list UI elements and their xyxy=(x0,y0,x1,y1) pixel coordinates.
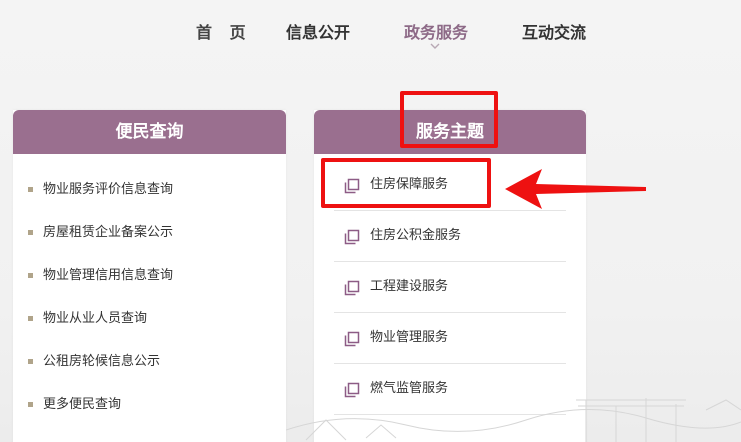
top-nav: 首 页 信息公开 政务服务 互动交流 xyxy=(0,0,741,64)
copy-icon xyxy=(344,331,360,347)
bullet-icon xyxy=(28,187,33,192)
panel-title: 便民查询 xyxy=(13,110,286,154)
chevron-down-icon xyxy=(430,43,440,49)
bullet-icon xyxy=(28,316,33,321)
list-item[interactable]: 房屋租赁企业备案公示 xyxy=(13,211,286,254)
service-item-construction[interactable]: 工程建设服务 xyxy=(334,262,566,313)
background-cityscape xyxy=(286,398,741,442)
panel-title: 服务主题 xyxy=(314,110,586,154)
service-item-property-management[interactable]: 物业管理服务 xyxy=(334,313,566,364)
list-item[interactable]: 公租房轮候信息公示 xyxy=(13,340,286,383)
list-item[interactable]: 物业从业人员查询 xyxy=(13,297,286,340)
nav-home[interactable]: 首 页 xyxy=(196,19,252,43)
nav-interaction[interactable]: 互动交流 xyxy=(522,19,586,43)
bullet-icon xyxy=(28,273,33,278)
nav-government-services[interactable]: 政务服务 xyxy=(404,19,468,43)
list-item[interactable]: 物业管理信用信息查询 xyxy=(13,254,286,297)
arrow-left-icon xyxy=(505,169,646,209)
service-item-label: 住房公积金服务 xyxy=(370,228,462,243)
list-item-label: 物业从业人员查询 xyxy=(43,311,148,326)
more-queries-link[interactable]: 更多便民查询 xyxy=(13,383,286,426)
copy-icon xyxy=(344,178,360,194)
list-item-label: 物业服务评价信息查询 xyxy=(43,182,174,197)
service-item-housing-fund[interactable]: 住房公积金服务 xyxy=(334,211,566,262)
list-item-label: 物业管理信用信息查询 xyxy=(43,268,174,283)
bullet-icon xyxy=(28,230,33,235)
service-item-label: 物业管理服务 xyxy=(370,330,449,345)
list-item[interactable]: 物业服务评价信息查询 xyxy=(13,168,286,211)
bullet-icon xyxy=(28,359,33,364)
service-item-label: 住房保障服务 xyxy=(370,177,449,192)
service-item-label: 工程建设服务 xyxy=(370,279,449,294)
convenience-query-panel: 便民查询 物业服务评价信息查询 房屋租赁企业备案公示 物业管理信用信息查询 物业… xyxy=(13,110,286,442)
copy-icon xyxy=(344,229,360,245)
list-item-label: 房屋租赁企业备案公示 xyxy=(43,225,174,240)
query-list: 物业服务评价信息查询 房屋租赁企业备案公示 物业管理信用信息查询 物业从业人员查… xyxy=(13,154,286,426)
copy-icon xyxy=(344,280,360,296)
list-item-label: 更多便民查询 xyxy=(43,397,122,412)
list-item-label: 公租房轮候信息公示 xyxy=(43,354,161,369)
bullet-icon xyxy=(28,402,33,407)
nav-info-disclosure[interactable]: 信息公开 xyxy=(286,19,350,43)
